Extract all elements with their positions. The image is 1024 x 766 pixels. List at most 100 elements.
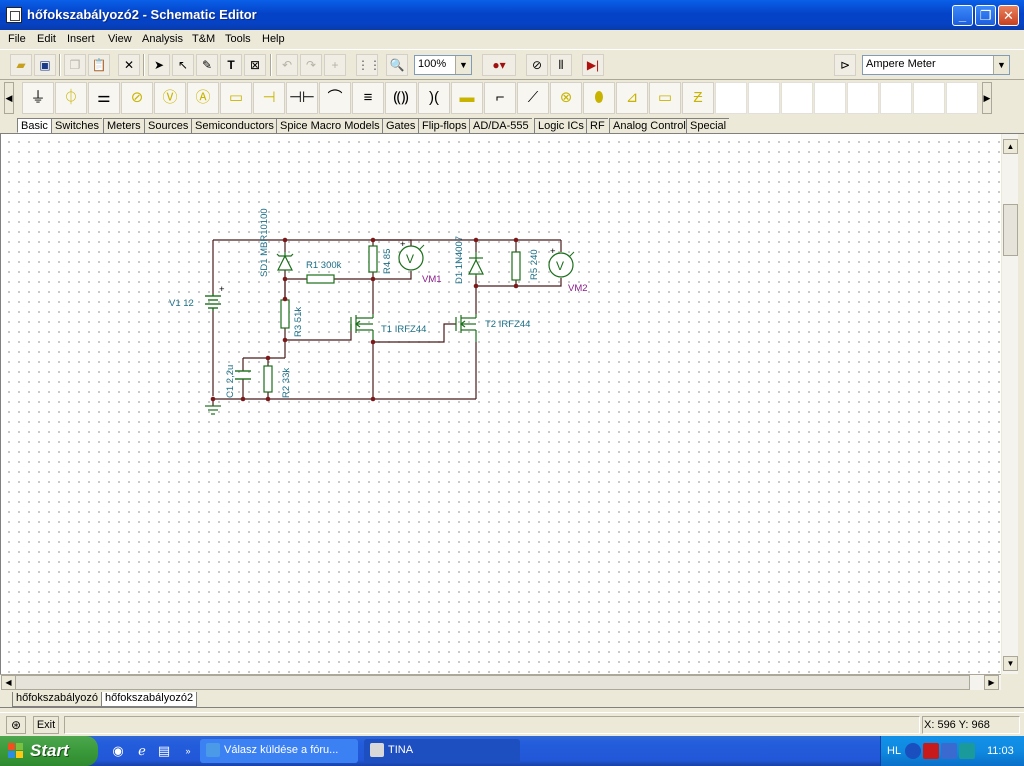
palette-scroll-left-icon[interactable]: ◀ [4,82,14,114]
vertical-scroll-thumb[interactable] [1003,204,1018,256]
current-meter-icon[interactable]: Ⓐ [187,82,219,114]
task-forum-reply[interactable]: Válasz küldése a fóru... [200,739,358,763]
exit-button[interactable]: Exit [33,716,59,734]
dc-analysis-icon[interactable]: ●▾ [482,54,516,76]
menu-analysis[interactable]: Analysis [142,33,183,45]
internet-explorer-icon[interactable]: ℯ [134,743,150,759]
potentiometer-icon[interactable]: ⊣ [253,82,285,114]
tab-switches[interactable]: Switches [51,118,103,133]
battery-icon[interactable]: ⚌ [88,82,120,114]
ground-icon[interactable]: ⏚ [22,82,54,114]
fuse-icon[interactable]: ▬ [451,82,483,114]
scroll-right-icon[interactable]: ▶ [984,675,999,690]
copy-icon[interactable]: ❐ [64,54,86,76]
tab-meters[interactable]: Meters [103,118,144,133]
menu-tools[interactable]: Tools [225,33,251,45]
tab-gates[interactable]: Gates [382,118,419,133]
schematic-canvas[interactable]: + V1 12 SD1 MBR10100 R1 300k R4 85 V + V… [0,134,1001,674]
tab-semiconductors[interactable]: Semiconductors [191,118,277,133]
media-player-icon[interactable]: ◉ [110,743,126,759]
impedance-icon[interactable]: Ƶ [682,82,714,114]
switch-icon[interactable]: ⌐ [484,82,516,114]
menu-file[interactable]: File [8,33,26,45]
chevron-down-icon[interactable]: ▼ [993,56,1009,74]
tab-logic-ics[interactable]: Logic ICs [534,118,587,133]
transformer-icon[interactable]: ⸨⸩ [385,82,417,114]
tray-arrow-icon[interactable] [905,743,921,759]
diode-marker-icon[interactable]: ▶| [582,54,604,76]
voltage-source-icon[interactable]: ⏀ [55,82,87,114]
vertical-scrollbar[interactable]: ▲ ▼ [1001,134,1018,674]
hide-reconnect-icon[interactable]: ⊠ [244,54,266,76]
ati-icon[interactable] [923,743,939,759]
grid-icon[interactable]: ⋮⋮ [356,54,381,76]
select-arrow-icon[interactable]: ➤ [148,54,170,76]
delete-icon[interactable]: ✕ [118,54,140,76]
chevron-down-icon[interactable]: ▼ [455,56,471,74]
scroll-left-icon[interactable]: ◀ [1,675,16,690]
wire-select-icon[interactable]: ↖ [172,54,194,76]
crosshair-icon[interactable]: + [324,54,346,76]
ideal-transformer-icon[interactable]: )( [418,82,450,114]
network-icon[interactable] [941,743,957,759]
multimeter-icon[interactable]: ⊘ [526,54,548,76]
horizontal-scrollbar[interactable]: ◀ ▶ [0,674,1001,690]
quicklaunch-more-icon[interactable]: » [180,743,196,759]
tab-rf[interactable]: RF [586,118,608,133]
resistor-icon[interactable]: ▭ [220,82,252,114]
doc-tab-2[interactable]: hőfokszabályozó2 [101,692,198,707]
tab-spice-macro-models[interactable]: Spice Macro Models [276,118,383,133]
exit-icon[interactable]: ⊛ [6,716,26,734]
start-button[interactable]: Start [0,736,98,766]
scroll-down-icon[interactable]: ▼ [1003,656,1018,671]
undo-icon[interactable]: ↶ [276,54,298,76]
zoom-icon[interactable]: 🔍 [386,54,408,76]
menu-help[interactable]: Help [262,33,285,45]
tab-sources[interactable]: Sources [144,118,192,133]
menu-edit[interactable]: Edit [37,33,56,45]
oscilloscope-icon[interactable]: ⫴ [550,54,572,76]
vm2-symbol: V [556,259,564,273]
menu-view[interactable]: View [108,33,132,45]
variable-resistor-icon[interactable]: ⊿ [616,82,648,114]
tab-flip-flops[interactable]: Flip-flops [418,118,470,133]
tray-app-icon[interactable] [959,743,975,759]
tab-basic[interactable]: Basic [17,118,51,133]
lamp-icon[interactable]: ⊗ [550,82,582,114]
c1-label: C1 2,2u [225,365,236,398]
ammeter-icon[interactable]: Ⓥ [154,82,186,114]
maximize-button[interactable]: ❐ [975,5,996,26]
motor-icon[interactable]: ⬮ [583,82,615,114]
doc-tab-1[interactable]: hőfokszabályozó [12,692,102,707]
open-folder-icon[interactable]: ▰ [10,54,32,76]
redo-icon[interactable]: ↷ [300,54,322,76]
tab-ad-da-555[interactable]: AD/DA-555 [469,118,532,133]
menu-tm[interactable]: T&M [192,33,215,45]
paste-icon[interactable]: 📋 [88,54,110,76]
zoom-select[interactable]: 100% ▼ [414,55,472,75]
meter-type-select[interactable]: Ampere Meter ▼ [862,55,1010,75]
menu-insert[interactable]: Insert [67,33,95,45]
meter-place-icon[interactable]: ⊳ [834,54,856,76]
inductor-icon[interactable]: ⌒ [319,82,351,114]
capacitor-icon[interactable]: ⊣⊢ [286,82,318,114]
minimize-button[interactable]: _ [952,5,973,26]
voltmeter-icon[interactable]: ⊘ [121,82,153,114]
palette-scroll-right-icon[interactable]: ▶ [982,82,992,114]
tab-analog-control[interactable]: Analog Control [609,118,689,133]
v1-label: V1 12 [169,298,194,309]
language-indicator[interactable]: HL [887,745,901,757]
switch-open-icon[interactable]: ⟋ [517,82,549,114]
close-button[interactable]: ✕ [998,5,1019,26]
save-icon[interactable]: ▣ [34,54,56,76]
scroll-up-icon[interactable]: ▲ [1003,139,1018,154]
task-tina[interactable]: TINA [364,739,520,763]
tab-special[interactable]: Special [686,118,730,133]
horizontal-scroll-thumb[interactable] [15,675,970,690]
wire-resistor-icon[interactable]: ▭ [649,82,681,114]
show-desktop-icon[interactable]: ▤ [156,743,172,759]
text-tool-icon[interactable]: T [220,54,242,76]
coupled-inductor-icon[interactable]: ≡ [352,82,384,114]
menu-bar: File Edit Insert View Analysis T&M Tools… [0,30,1024,49]
pen-icon[interactable]: ✎ [196,54,218,76]
